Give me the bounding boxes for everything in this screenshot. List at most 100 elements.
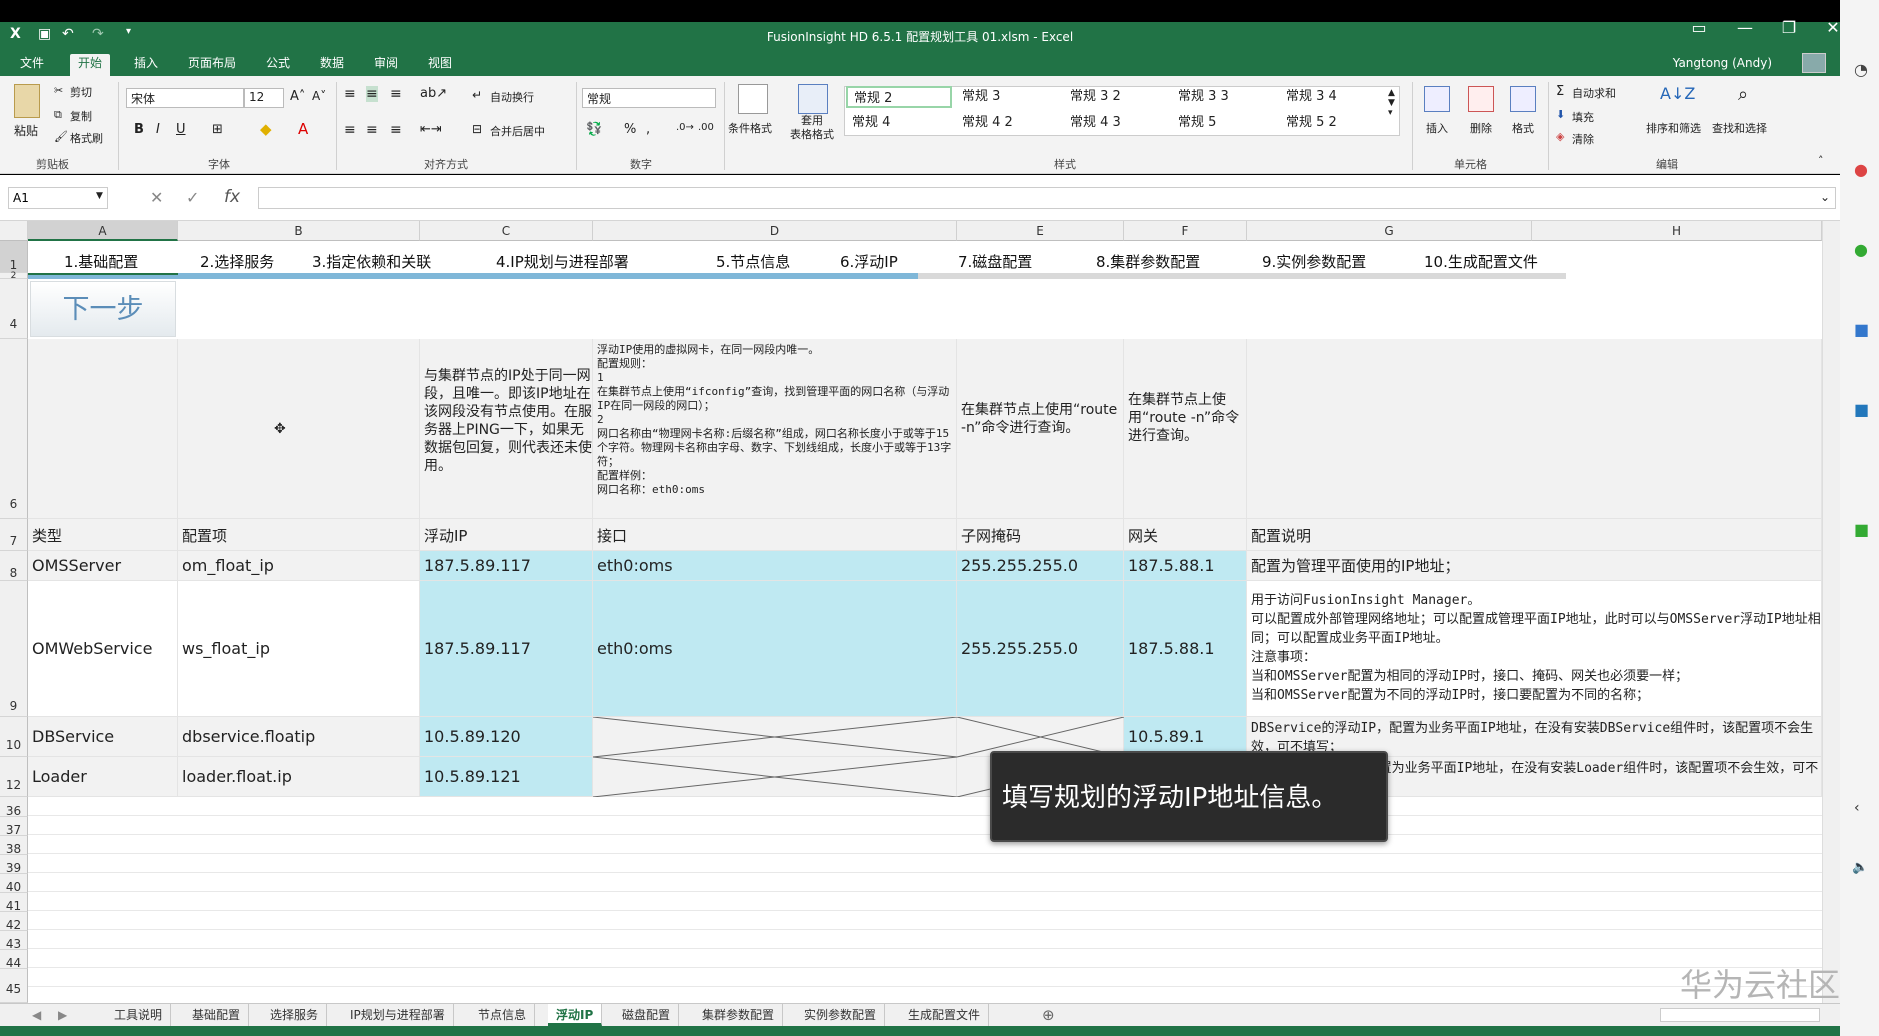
sort-filter-icon[interactable]: A↓Z xyxy=(1660,84,1695,103)
row-header[interactable]: 42 xyxy=(0,912,28,932)
cancel-icon[interactable]: ✕ xyxy=(150,188,163,207)
select-all-corner[interactable] xyxy=(0,221,28,241)
description-cell[interactable]: 用于访问FusionInsight Manager。 可以配置成外部管理网络地址… xyxy=(1247,581,1822,717)
style-item[interactable]: 常规 5 2 xyxy=(1280,112,1337,134)
sheet-tab[interactable]: 磁盘配置 xyxy=(614,1004,680,1026)
style-item[interactable]: 常规 4 xyxy=(846,112,890,134)
style-item[interactable]: 常规 3 xyxy=(956,86,1000,108)
sheet-scroll-left-icon[interactable]: ◀ xyxy=(24,1004,49,1026)
comma-button[interactable]: , xyxy=(646,122,650,137)
insert-cells-button[interactable]: 插入 xyxy=(1426,120,1448,136)
copy-icon[interactable]: ⧉ xyxy=(54,108,62,122)
formula-input[interactable] xyxy=(258,187,1836,209)
type-cell[interactable]: DBService xyxy=(28,717,178,757)
collapse-ribbon-icon[interactable]: ˄ xyxy=(1818,154,1824,167)
format-painter-button[interactable]: 格式刷 xyxy=(70,130,103,146)
copy-button[interactable]: 复制 xyxy=(70,108,92,124)
row-header[interactable]: 8 xyxy=(0,551,28,581)
fill-button[interactable]: 填充 xyxy=(1572,109,1594,125)
align-center-icon[interactable]: ≡ xyxy=(366,122,378,138)
sheet-tab[interactable]: 集群参数配置 xyxy=(694,1004,784,1026)
step-link[interactable]: 7.磁盘配置 xyxy=(958,251,1032,272)
tab-review[interactable]: 审阅 xyxy=(366,54,406,76)
column-header[interactable]: E xyxy=(957,221,1124,241)
font-size-select[interactable]: 12 xyxy=(244,88,284,108)
description-cell[interactable]: 配置为管理平面使用的IP地址； xyxy=(1247,551,1822,581)
style-item[interactable]: 常规 4 3 xyxy=(1064,112,1121,134)
autosum-icon[interactable]: Σ xyxy=(1556,84,1564,99)
tab-insert[interactable]: 插入 xyxy=(126,54,166,76)
column-header[interactable]: A xyxy=(28,221,178,241)
next-step-button[interactable]: 下一步 xyxy=(30,281,176,337)
cut-icon[interactable]: ✂ xyxy=(54,84,63,97)
font-color-icon[interactable]: A xyxy=(298,120,308,138)
tab-file[interactable]: 文件 xyxy=(12,54,52,76)
row-header[interactable]: 12 xyxy=(0,757,28,797)
sheet-tab[interactable]: 基础配置 xyxy=(184,1004,250,1026)
row-header[interactable]: 45 xyxy=(0,969,28,1003)
delete-cells-button[interactable]: 删除 xyxy=(1470,120,1492,136)
user-name[interactable]: Yangtong (Andy) xyxy=(1673,56,1772,70)
interface-cell[interactable]: eth0:oms xyxy=(593,551,957,581)
find-select-icon[interactable]: ⌕ xyxy=(1738,84,1748,105)
tab-page-layout[interactable]: 页面布局 xyxy=(180,54,244,76)
row-header[interactable]: 40 xyxy=(0,874,28,894)
indent-icon[interactable]: ⇤⇥ xyxy=(420,122,442,137)
format-cells-icon[interactable] xyxy=(1510,86,1536,112)
paste-icon[interactable] xyxy=(14,84,40,118)
row-header[interactable]: 9 xyxy=(0,581,28,717)
step-link[interactable]: 5.节点信息 xyxy=(716,251,790,272)
cut-button[interactable]: 剪切 xyxy=(70,84,92,100)
wrap-text-icon[interactable]: ↵ xyxy=(472,88,482,102)
format-as-table-icon[interactable] xyxy=(798,84,828,114)
clear-icon[interactable]: ◈ xyxy=(1556,130,1564,143)
merge-center-icon[interactable]: ⊟ xyxy=(472,122,482,136)
row-header[interactable]: 10 xyxy=(0,717,28,757)
step-link[interactable]: 8.集群参数配置 xyxy=(1096,251,1200,272)
italic-button[interactable]: I xyxy=(156,122,160,137)
grow-font-icon[interactable]: A˄ xyxy=(290,89,305,104)
tab-home[interactable]: 开始 xyxy=(70,54,111,76)
column-header[interactable]: H xyxy=(1532,221,1822,241)
sort-filter-button[interactable]: 排序和筛选 xyxy=(1646,120,1701,136)
step-link[interactable]: 3.指定依赖和关联 xyxy=(312,251,431,272)
app-icon[interactable]: ● xyxy=(1854,240,1868,259)
align-top-icon[interactable]: ≡ xyxy=(344,86,356,102)
sheet-tab[interactable]: 生成配置文件 xyxy=(900,1004,990,1026)
config-item-cell[interactable]: om_float_ip xyxy=(178,551,420,581)
step-link[interactable]: 2.选择服务 xyxy=(200,251,274,272)
interface-cell[interactable]: eth0:oms xyxy=(593,581,957,717)
column-header[interactable]: F xyxy=(1124,221,1247,241)
app-icon[interactable]: ■ xyxy=(1854,320,1869,339)
format-cells-button[interactable]: 格式 xyxy=(1512,120,1534,136)
app-icon[interactable]: ◔ xyxy=(1854,60,1868,79)
row-header[interactable]: 1 xyxy=(0,241,28,273)
style-item[interactable]: 常规 2 xyxy=(846,86,952,108)
sheet-tab[interactable]: 实例参数配置 xyxy=(796,1004,886,1026)
horizontal-scrollbar[interactable] xyxy=(1660,1008,1820,1022)
tab-view[interactable]: 视图 xyxy=(420,54,460,76)
sheet-tab[interactable]: 工具说明 xyxy=(106,1004,172,1026)
chevron-left-icon[interactable]: ‹ xyxy=(1854,800,1860,816)
style-item[interactable]: 常规 3 3 xyxy=(1172,86,1229,108)
format-as-table-button[interactable]: 套用 表格格式 xyxy=(790,114,834,142)
row-header[interactable]: 36 xyxy=(0,797,28,818)
restore-button[interactable]: ❐ xyxy=(1766,16,1812,40)
font-name-select[interactable]: 宋体 xyxy=(126,88,244,108)
paste-button[interactable]: 粘贴 xyxy=(14,122,38,139)
find-select-button[interactable]: 查找和选择 xyxy=(1712,120,1767,136)
number-format-select[interactable]: 常规 xyxy=(582,88,716,108)
gallery-scroll-icon[interactable]: ▲ ▼ ▾ xyxy=(1388,88,1395,118)
gateway-cell[interactable]: 187.5.88.1 xyxy=(1124,551,1247,581)
row-header[interactable]: 41 xyxy=(0,893,28,913)
name-box[interactable]: A1 xyxy=(8,187,108,209)
avatar[interactable] xyxy=(1802,53,1826,73)
float-ip-cell[interactable]: 187.5.89.117 xyxy=(420,551,593,581)
conditional-format-icon[interactable] xyxy=(738,84,768,114)
increase-decimal-icon[interactable]: .0→ xyxy=(676,122,694,133)
config-item-cell[interactable]: dbservice.floatip xyxy=(178,717,420,757)
tab-data[interactable]: 数据 xyxy=(312,54,352,76)
sheet-scroll-right-icon[interactable]: ▶ xyxy=(50,1004,75,1026)
float-ip-cell[interactable]: 10.5.89.121 xyxy=(420,757,593,797)
row-header[interactable]: 7 xyxy=(0,519,28,551)
